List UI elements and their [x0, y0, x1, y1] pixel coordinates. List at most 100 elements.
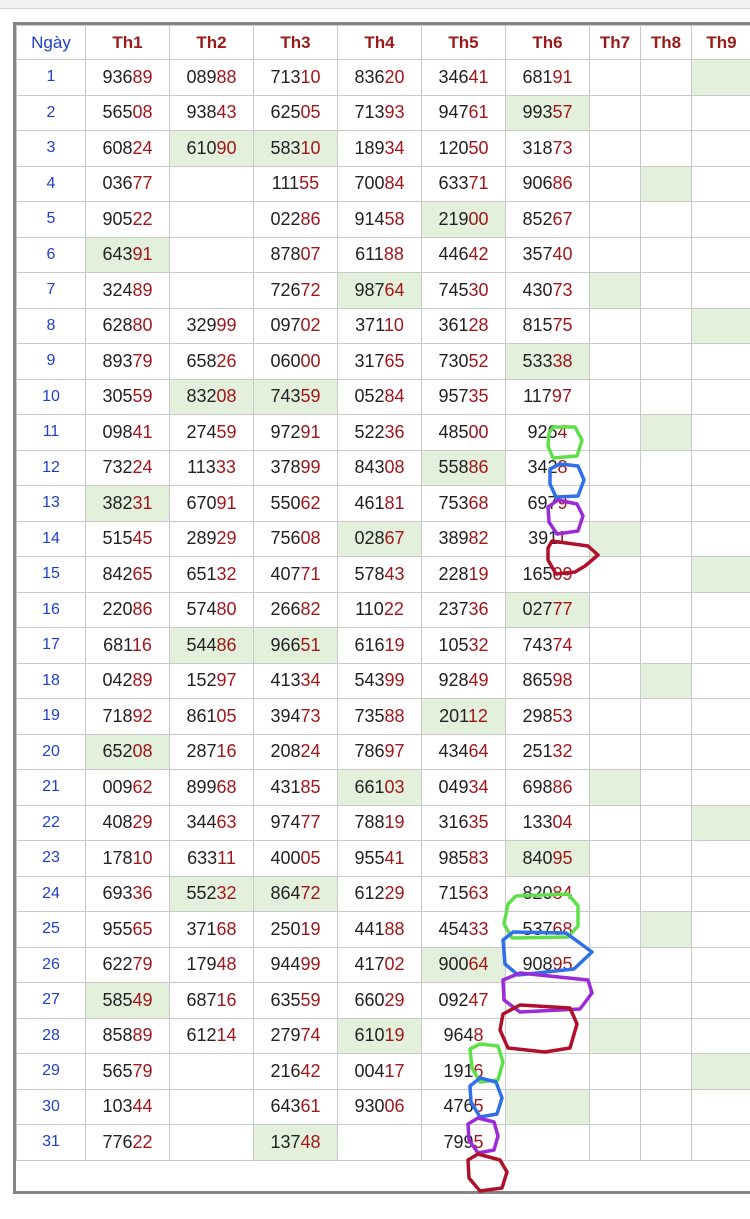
result-cell: 9648 — [421, 1017, 506, 1054]
result-cell — [640, 1088, 692, 1125]
result-prefix: 266 — [270, 599, 301, 620]
result-cell: 65826 — [169, 343, 254, 380]
result-suffix: 10 — [383, 315, 404, 336]
result-suffix: 20 — [384, 66, 405, 87]
result-prefix: 681 — [103, 634, 132, 655]
result-prefix: 993 — [522, 102, 553, 123]
result-cell: 70084 — [337, 165, 422, 202]
result-suffix: 04 — [552, 812, 573, 833]
result-prefix: 938 — [186, 102, 217, 123]
header-th1: Th1 — [85, 25, 170, 60]
result-suffix: 95 — [552, 847, 573, 868]
result-suffix: 64 — [468, 954, 489, 975]
result-cell: 98764 — [337, 272, 422, 309]
result-prefix: 103 — [102, 1096, 133, 1117]
result-cell: 66103 — [337, 769, 422, 806]
result-cell — [691, 94, 750, 131]
result-cell — [589, 165, 641, 202]
result-cell — [640, 662, 692, 699]
result-cell: 90686 — [505, 165, 590, 202]
result-prefix: 985 — [438, 847, 469, 868]
result-prefix: 089 — [186, 66, 217, 87]
day-cell: 7 — [16, 272, 86, 309]
result-cell: 55886 — [421, 449, 506, 486]
result-suffix: 41 — [468, 66, 489, 87]
result-suffix: 77 — [552, 599, 573, 620]
result-cell: 20824 — [253, 733, 338, 770]
result-cell — [589, 698, 641, 735]
result-cell — [640, 201, 692, 238]
result-suffix: 09 — [552, 563, 573, 584]
result-suffix: 75 — [552, 315, 573, 336]
day-cell: 12 — [16, 449, 86, 486]
result-cell — [589, 378, 641, 415]
day-cell: 17 — [16, 627, 86, 664]
result-prefix: 843 — [354, 457, 385, 478]
result-suffix: 64 — [384, 279, 405, 300]
result-cell: 43464 — [421, 733, 506, 770]
result-cell: 23736 — [421, 591, 506, 628]
result-suffix: 00 — [468, 421, 489, 442]
result-prefix: 110 — [355, 599, 384, 620]
result-prefix: 832 — [186, 386, 217, 407]
result-cell — [691, 272, 750, 309]
result-cell: 34463 — [169, 804, 254, 841]
result-suffix: 35 — [468, 386, 489, 407]
table-row: 12 73224 11333 37899 84308 55886 3428 — [16, 449, 750, 486]
result-suffix: 84 — [552, 883, 573, 904]
result-cell: 81575 — [505, 307, 590, 344]
result-cell: 77622 — [85, 1124, 170, 1161]
result-prefix: 441 — [354, 918, 385, 939]
header-th9: Th9 — [691, 25, 750, 60]
result-prefix: 852 — [522, 208, 553, 229]
result-cell — [640, 485, 692, 522]
result-cell: 97291 — [253, 414, 338, 451]
result-prefix: 324 — [102, 279, 133, 300]
result-cell: 94761 — [421, 94, 506, 131]
result-cell — [691, 485, 750, 522]
result-cell: 1916 — [421, 1053, 506, 1090]
result-cell: 97477 — [253, 804, 338, 841]
result-cell: 10532 — [421, 627, 506, 664]
result-suffix: 73 — [552, 137, 573, 158]
result-prefix: 974 — [270, 812, 301, 833]
result-prefix: 878 — [270, 244, 301, 265]
result-suffix: 24 — [132, 457, 153, 478]
day-cell: 20 — [16, 733, 86, 770]
result-suffix: 91 — [552, 66, 573, 87]
result-prefix: 318 — [522, 137, 553, 158]
table-row: 31 77622 13748 7995 — [16, 1124, 750, 1161]
result-cell: 46181 — [337, 485, 422, 522]
result-suffix: 29 — [384, 883, 405, 904]
result-suffix: 68 — [216, 918, 237, 939]
result-cell — [589, 94, 641, 131]
result-cell: 34641 — [421, 59, 506, 96]
result-cell: 90895 — [505, 946, 590, 983]
result-prefix: 237 — [438, 599, 469, 620]
table-row: 14 51545 28929 75608 02867 38982 3911 — [16, 520, 750, 557]
result-prefix: 394 — [270, 705, 301, 726]
result-prefix: 836 — [354, 66, 385, 87]
result-cell — [640, 804, 692, 841]
result-prefix: 434 — [438, 741, 469, 762]
result-cell: 67091 — [169, 485, 254, 522]
result-suffix: 74 — [300, 1025, 321, 1046]
result-prefix: 004 — [354, 1060, 385, 1081]
result-prefix: 715 — [438, 883, 469, 904]
result-suffix: 32 — [216, 563, 237, 584]
result-cell: 60824 — [85, 130, 170, 167]
result-cell: 04289 — [85, 662, 170, 699]
result-prefix: 408 — [102, 812, 133, 833]
result-prefix: 820 — [522, 883, 553, 904]
result-cell — [169, 272, 254, 309]
result-suffix: 32 — [216, 883, 237, 904]
day-cell: 10 — [16, 378, 86, 415]
day-cell: 31 — [16, 1124, 86, 1161]
result-prefix: 906 — [522, 173, 553, 194]
result-suffix: 22 — [383, 599, 404, 620]
result-cell — [589, 59, 641, 96]
result-cell — [691, 946, 750, 983]
result-suffix: 88 — [384, 705, 405, 726]
result-suffix: 33 — [468, 918, 489, 939]
result-cell: 02777 — [505, 591, 590, 628]
